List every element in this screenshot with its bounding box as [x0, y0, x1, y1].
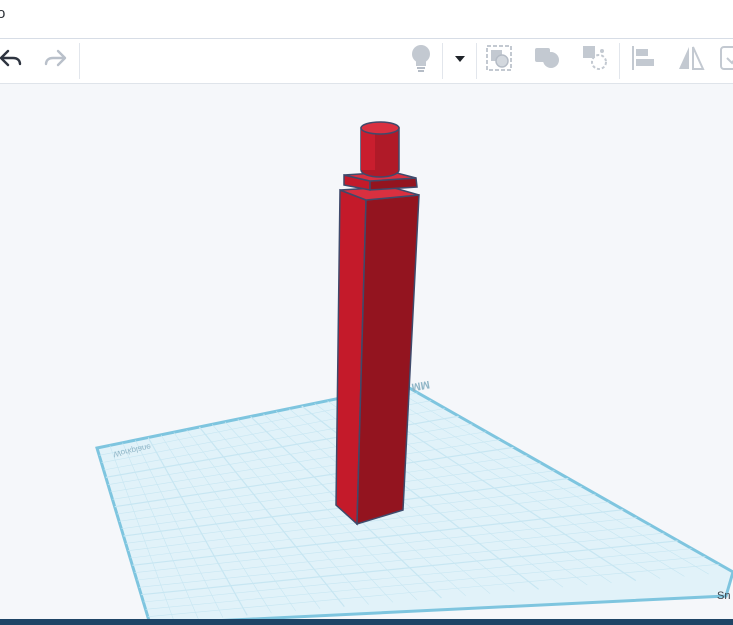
visibility-dropdown[interactable] — [443, 43, 477, 77]
align-icon — [628, 43, 658, 78]
lightbulb-icon — [409, 43, 433, 78]
bottom-bar — [0, 619, 733, 625]
undo-icon — [0, 47, 24, 74]
edit-toolbar — [0, 39, 733, 84]
redo-button[interactable] — [38, 43, 72, 77]
undo-button[interactable] — [0, 43, 28, 77]
workplane-scale-label: MM — [410, 378, 430, 393]
hole-button[interactable] — [578, 43, 612, 77]
scene-canvas[interactable]: Workplane MM — [0, 84, 733, 619]
toolbar-separator — [476, 43, 477, 79]
group-button[interactable] — [482, 43, 516, 77]
toolbar-separator — [79, 43, 80, 79]
mirror-button[interactable] — [674, 43, 708, 77]
ungroup-icon — [532, 43, 562, 78]
hole-icon — [580, 43, 610, 78]
align-button[interactable] — [626, 43, 660, 77]
tinkercad-editor: o Workplane MM Sn — [0, 0, 733, 625]
design-title[interactable]: o — [0, 5, 5, 22]
redo-icon — [42, 47, 68, 74]
mirror-icon — [676, 43, 706, 78]
toolbar-separator — [619, 43, 620, 79]
title-bar: o — [0, 0, 733, 39]
cruise-icon — [718, 43, 733, 78]
snap-grid-label[interactable]: Sn — [717, 590, 730, 602]
group-icon — [484, 43, 514, 78]
cruise-button[interactable] — [716, 43, 733, 77]
show-hide-button[interactable] — [404, 43, 438, 77]
chevron-down-icon — [453, 51, 467, 69]
red-cylinder-object[interactable] — [360, 121, 400, 178]
3d-viewport[interactable]: Workplane MM — [0, 84, 733, 619]
ungroup-button[interactable] — [530, 43, 564, 77]
